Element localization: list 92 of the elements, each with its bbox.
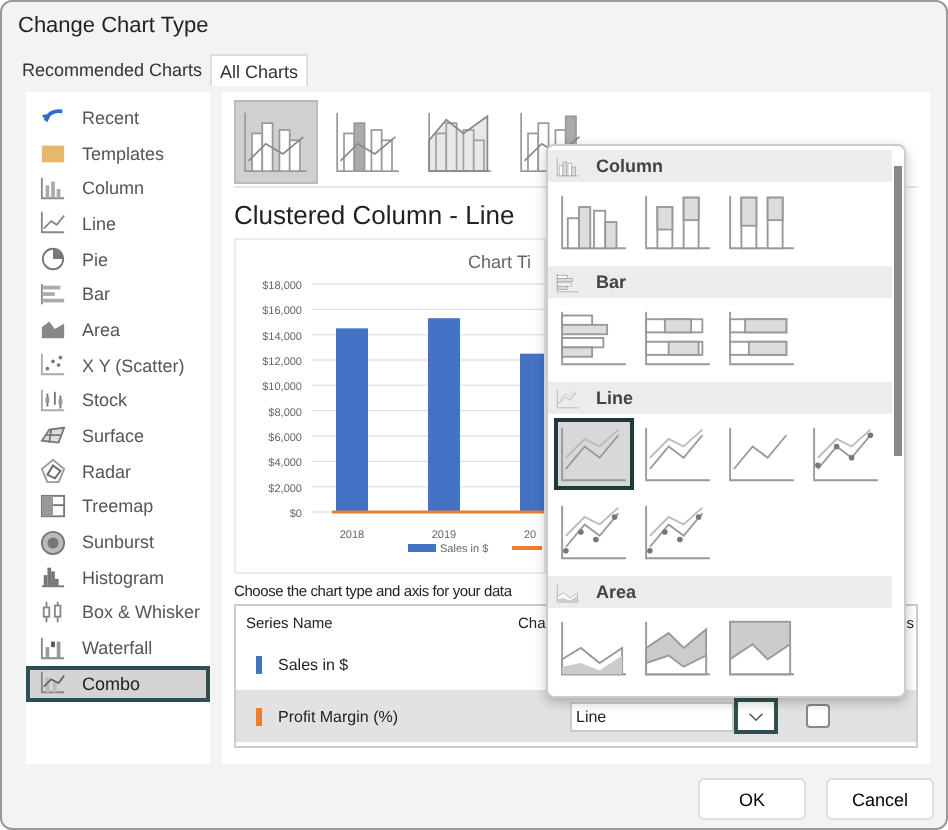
sidebar-label: Box & Whisker bbox=[82, 602, 201, 623]
sidebar-label: Treemap bbox=[82, 496, 154, 517]
line-chart-icon bbox=[642, 502, 714, 562]
scrollbar-thumb[interactable] bbox=[894, 166, 902, 456]
chart-title: Chart Ti bbox=[468, 252, 532, 272]
sidebar-label: Column bbox=[82, 178, 145, 199]
sidebar-label: Surface bbox=[82, 426, 145, 447]
dialog-button[interactable]: OK bbox=[698, 778, 806, 820]
column-chart-icon bbox=[558, 192, 630, 252]
chart-type-option[interactable] bbox=[554, 418, 634, 490]
sidebar-item[interactable]: Surface bbox=[26, 418, 210, 454]
combo-chart-icon bbox=[40, 670, 66, 697]
sidebar-label: Combo bbox=[82, 673, 141, 694]
column-chart-icon bbox=[40, 175, 66, 202]
sidebar-label: Waterfall bbox=[82, 638, 153, 659]
bar-chart-icon bbox=[558, 308, 630, 368]
line-chart-icon bbox=[558, 424, 630, 484]
area-chart-icon bbox=[642, 618, 714, 678]
section-label: Line bbox=[596, 388, 634, 408]
column-chart-icon bbox=[556, 155, 580, 177]
line-chart-icon bbox=[642, 424, 714, 484]
sidebar-label: Templates bbox=[82, 143, 165, 164]
sidebar-item[interactable]: Box & Whisker bbox=[26, 595, 210, 631]
bar-chart-icon bbox=[642, 308, 714, 368]
legend-line bbox=[512, 546, 542, 550]
sidebar-item[interactable]: Recent bbox=[26, 100, 210, 136]
tab[interactable]: All Charts bbox=[210, 54, 309, 86]
box-plot-icon bbox=[40, 599, 66, 626]
line-chart-icon bbox=[726, 424, 798, 484]
sidebar-item[interactable]: Column bbox=[26, 170, 210, 207]
sidebar-item[interactable]: Bar bbox=[26, 276, 210, 313]
column-chart-icon bbox=[726, 192, 798, 252]
sidebar-item[interactable]: Templates bbox=[26, 135, 210, 171]
checkbox[interactable] bbox=[806, 704, 830, 728]
histogram-icon bbox=[40, 564, 66, 591]
dropdown-button[interactable] bbox=[734, 698, 778, 734]
column-chart-icon bbox=[642, 192, 714, 252]
sidebar-item[interactable]: X Y (Scatter) bbox=[26, 347, 210, 383]
sidebar-item[interactable]: Histogram bbox=[26, 559, 210, 596]
dialog-button[interactable]: Cancel bbox=[826, 778, 934, 820]
sidebar-label: Bar bbox=[82, 284, 111, 305]
area-chart-icon bbox=[558, 618, 630, 678]
sidebar-item[interactable]: Radar bbox=[26, 453, 210, 490]
sunburst-icon bbox=[40, 529, 66, 556]
series-row[interactable]: Profit Margin (%) Line bbox=[236, 690, 916, 742]
sidebar-label: Area bbox=[82, 319, 121, 340]
sidebar-label: Stock bbox=[82, 390, 128, 411]
tab[interactable]: Recommended Charts bbox=[14, 54, 211, 86]
line-chart-icon bbox=[558, 502, 630, 562]
folder-icon bbox=[40, 140, 66, 167]
treemap-icon bbox=[40, 493, 66, 520]
sidebar-item[interactable]: Waterfall bbox=[26, 630, 210, 666]
sidebar-label: X Y (Scatter) bbox=[82, 355, 185, 376]
chart-subtype-button[interactable] bbox=[234, 99, 318, 183]
series-row[interactable]: Sales in $ bbox=[236, 638, 916, 690]
sidebar-label: Radar bbox=[82, 461, 132, 482]
sidebar-label: Line bbox=[82, 213, 117, 234]
bar-chart-icon bbox=[40, 281, 66, 308]
radar-chart-icon bbox=[40, 458, 66, 485]
area-chart-icon bbox=[556, 581, 580, 603]
sidebar-item[interactable]: Area bbox=[26, 312, 210, 348]
waterfall-chart-icon bbox=[40, 635, 66, 662]
section-label: Column bbox=[596, 156, 663, 176]
sidebar-label: Sunburst bbox=[82, 532, 155, 553]
legend-swatch bbox=[408, 544, 436, 552]
sidebar-label: Pie bbox=[82, 249, 109, 270]
window-title: Change Chart Type bbox=[18, 14, 209, 38]
area-chart-icon bbox=[726, 618, 798, 678]
bar-chart-icon bbox=[556, 271, 580, 293]
sidebar-item[interactable]: Combo bbox=[26, 666, 210, 702]
sidebar-item[interactable]: Pie bbox=[26, 241, 210, 277]
line-chart-icon bbox=[40, 210, 66, 237]
chart-type-field[interactable]: Line bbox=[570, 701, 734, 731]
chart-name: Clustered Column - Line bbox=[234, 200, 517, 230]
line-chart-icon bbox=[810, 424, 882, 484]
section-label: Area bbox=[596, 582, 637, 602]
area-chart-icon bbox=[40, 316, 66, 343]
sidebar-item[interactable]: Sunburst bbox=[26, 524, 210, 560]
sidebar-item[interactable]: Line bbox=[26, 206, 210, 242]
sidebar-item[interactable]: Treemap bbox=[26, 489, 210, 525]
section-label: Bar bbox=[596, 272, 627, 292]
stock-chart-icon bbox=[40, 387, 66, 414]
sidebar-label: Recent bbox=[82, 107, 140, 128]
series-name: Sales in $ bbox=[278, 655, 351, 673]
sidebar-label: Histogram bbox=[82, 567, 165, 588]
sidebar-item[interactable]: Stock bbox=[26, 383, 210, 419]
bar-chart-icon bbox=[726, 308, 798, 368]
line-chart-icon bbox=[556, 387, 580, 409]
pie-chart-icon bbox=[40, 246, 66, 273]
chevron-icon bbox=[748, 711, 764, 721]
scatter-chart-icon bbox=[40, 352, 66, 379]
series-name: Profit Margin (%) bbox=[278, 707, 401, 725]
